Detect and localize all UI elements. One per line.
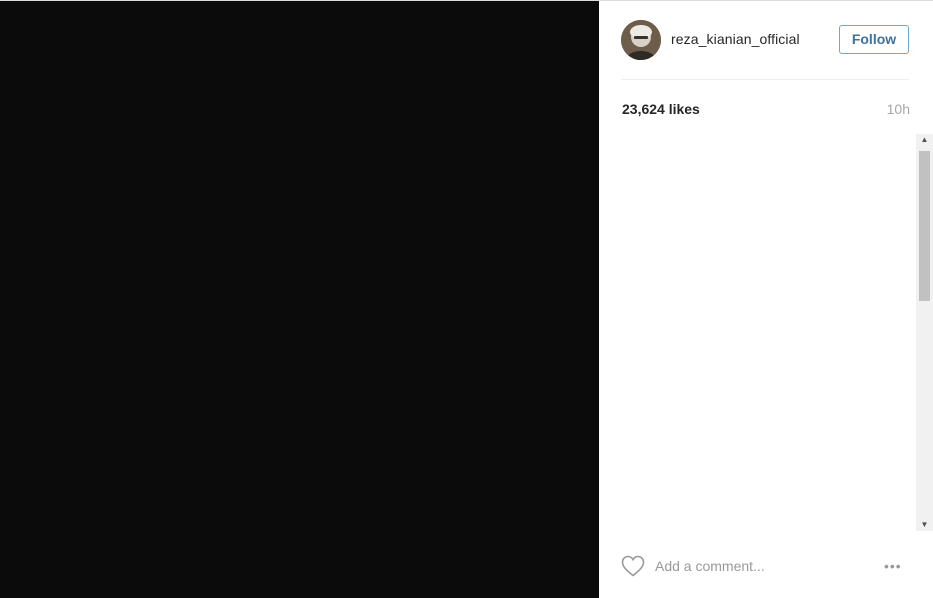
comment-input[interactable] bbox=[655, 555, 865, 577]
follow-button[interactable]: Follow bbox=[839, 25, 909, 54]
comments-scrollbar[interactable]: ▲ ▼ bbox=[916, 134, 933, 531]
scroll-down-arrow-icon[interactable]: ▼ bbox=[916, 519, 933, 531]
post-side-panel: reza_kianian_official Follow 23,624 like… bbox=[599, 1, 933, 598]
post-timestamp[interactable]: 10h bbox=[887, 101, 910, 117]
comment-bar: ••• bbox=[621, 549, 911, 585]
scrollbar-thumb[interactable] bbox=[919, 151, 930, 301]
post-header: reza_kianian_official Follow bbox=[621, 1, 909, 80]
likes-count[interactable]: 23,624 likes bbox=[622, 101, 700, 117]
more-options-icon[interactable]: ••• bbox=[884, 557, 912, 575]
username-link[interactable]: reza_kianian_official bbox=[671, 31, 800, 47]
comments-list bbox=[621, 134, 917, 531]
scroll-up-arrow-icon[interactable]: ▲ bbox=[916, 134, 933, 146]
avatar[interactable] bbox=[621, 20, 661, 60]
post-modal: reza_kianian_official Follow 23,624 like… bbox=[0, 0, 933, 598]
heart-outline-icon[interactable] bbox=[621, 555, 645, 577]
post-image[interactable] bbox=[0, 1, 599, 598]
